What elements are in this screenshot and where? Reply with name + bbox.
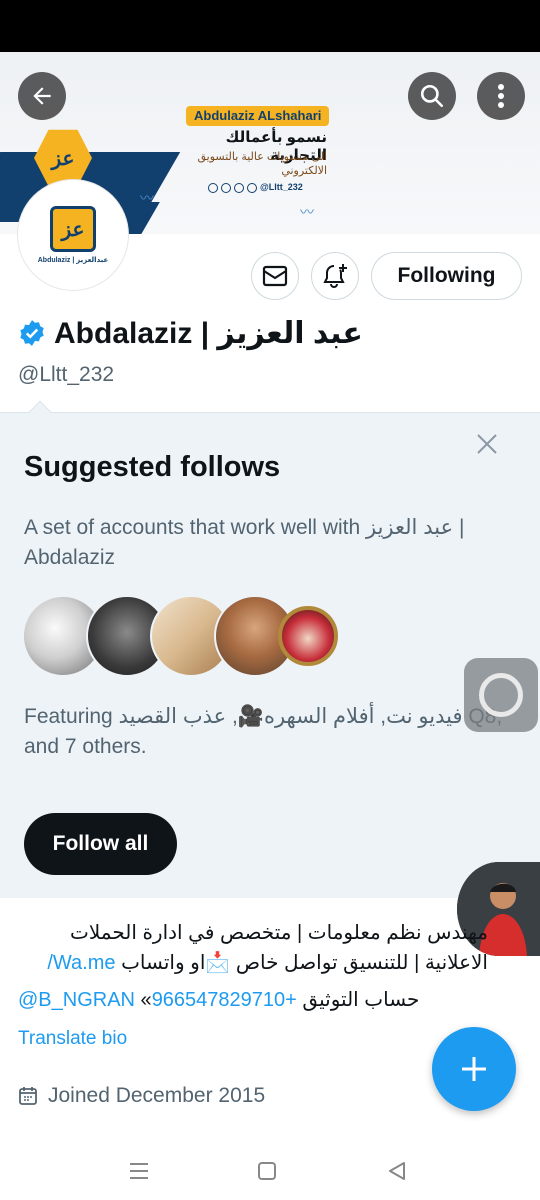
compose-button[interactable] — [432, 1027, 516, 1111]
back-button[interactable] — [18, 72, 66, 120]
display-name-row: Abdalaziz | عبد العزيز — [18, 312, 363, 354]
message-button[interactable] — [251, 252, 299, 300]
back-arrow-icon — [33, 87, 51, 105]
suggested-follows-title: Suggested follows — [24, 451, 281, 483]
system-navigation-bar — [0, 1140, 540, 1200]
more-options-button[interactable] — [477, 72, 525, 120]
plus-icon — [462, 1057, 486, 1081]
search-icon — [420, 84, 444, 108]
user-handle: @Lltt_232 — [18, 363, 115, 386]
menu-lines-icon — [130, 1163, 148, 1179]
system-back-button[interactable] — [380, 1154, 414, 1188]
envelope-icon — [262, 265, 288, 287]
assistive-touch-button[interactable] — [464, 658, 538, 732]
notifications-button[interactable] — [311, 252, 359, 300]
status-bar — [0, 0, 540, 52]
banner-brand-name: Abdulaziz ALshahari — [186, 106, 330, 126]
calendar-icon — [19, 1087, 37, 1105]
suggested-follows-panel: Suggested follows A set of accounts that… — [0, 400, 540, 898]
joined-date: Joined December 2015 — [18, 1084, 265, 1108]
search-button[interactable] — [408, 72, 456, 120]
suggested-description: A set of accounts that work well with عب… — [24, 516, 465, 569]
verified-badge-icon — [20, 320, 44, 346]
triangle-back-icon — [389, 1162, 405, 1180]
profile-avatar[interactable]: عز Abdulaziz | عبدالعزيز — [18, 180, 128, 290]
profile-bio: مهندس نظم معلومات | متخصص في ادارة الحمل… — [47, 922, 488, 974]
wave-decoration: 〰 — [300, 204, 314, 220]
translate-bio-link[interactable]: Translate bio — [18, 1028, 127, 1050]
following-button[interactable]: Following — [371, 252, 522, 300]
suggested-avatar[interactable] — [278, 606, 338, 666]
home-button[interactable] — [250, 1154, 284, 1188]
bio-link-phone[interactable]: +966547829710 — [152, 989, 297, 1011]
display-name: Abdalaziz | عبد العزيز — [54, 316, 363, 350]
close-icon — [477, 434, 497, 454]
bell-plus-icon — [323, 264, 347, 288]
bio-line-3: @B_NGRAN «حساب التوثيق +966547829710 — [18, 989, 420, 1011]
bio-link-whatsapp[interactable]: Wa.me/ — [47, 952, 115, 974]
banner-socials: @Lltt_232 — [208, 182, 303, 193]
close-suggestions-button[interactable] — [470, 427, 504, 461]
recents-button[interactable] — [122, 1154, 156, 1188]
bio-link-mention[interactable]: @B_NGRAN — [18, 989, 135, 1011]
more-vertical-icon — [498, 84, 504, 108]
suggested-featuring: Featuring فيديو نت, أفلام السهره🎥, عذب ا… — [24, 705, 502, 758]
banner-tagline-sub: الى مستويات عالية بالتسويق الالكتروني — [197, 151, 327, 177]
home-square-icon — [258, 1162, 276, 1180]
wave-decoration: 〰 — [140, 190, 154, 206]
follow-all-button[interactable]: Follow all — [24, 813, 177, 875]
